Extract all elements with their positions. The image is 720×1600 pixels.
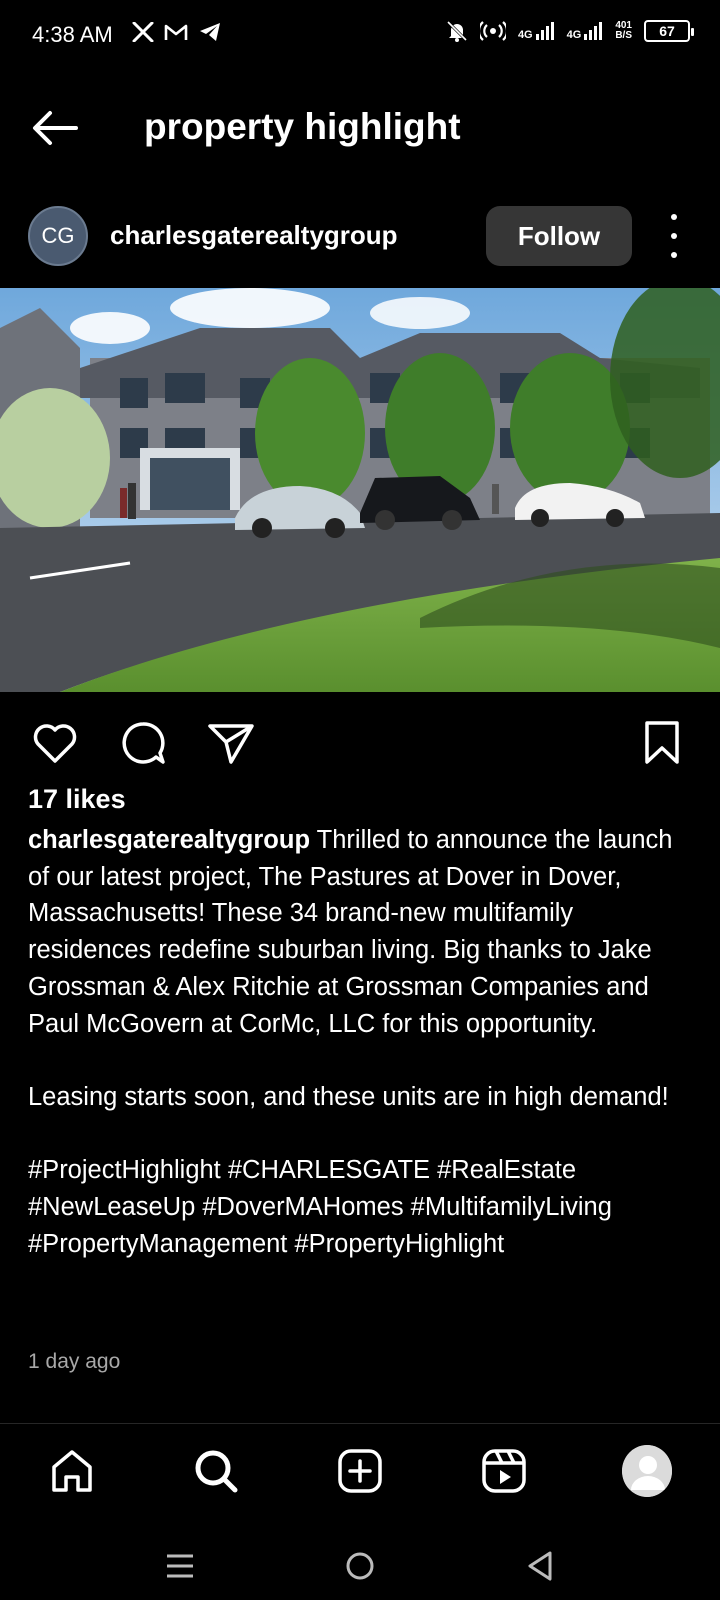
network-speed: 401 B/S bbox=[615, 20, 632, 41]
notification-icons bbox=[132, 22, 222, 42]
author-username[interactable]: charlesgaterealtygroup bbox=[110, 220, 398, 251]
system-status-icons: 4G 4G 401 B/S 67 bbox=[446, 20, 694, 42]
nav-search[interactable] bbox=[191, 1446, 241, 1496]
triangle-back-icon bbox=[528, 1551, 552, 1581]
nav-reels[interactable] bbox=[479, 1446, 529, 1496]
search-icon bbox=[195, 1450, 238, 1493]
back-system-button[interactable] bbox=[520, 1550, 560, 1582]
more-dot bbox=[671, 233, 677, 239]
telegram-icon bbox=[200, 23, 220, 41]
author-avatar[interactable]: CG bbox=[28, 206, 88, 266]
comment-button[interactable] bbox=[118, 718, 168, 768]
x-icon bbox=[132, 22, 154, 42]
network-type-1: 4G bbox=[517, 29, 533, 41]
back-button[interactable] bbox=[30, 108, 80, 148]
caption-hashtags[interactable]: #ProjectHighlight #CHARLESGATE #RealEsta… bbox=[28, 1152, 698, 1262]
arrow-left-icon bbox=[33, 111, 78, 145]
nav-create[interactable] bbox=[335, 1446, 385, 1496]
like-button[interactable] bbox=[30, 718, 80, 768]
post-timestamp: 1 day ago bbox=[28, 1350, 121, 1373]
nav-profile[interactable] bbox=[622, 1445, 672, 1497]
bookmark-icon bbox=[645, 721, 679, 764]
profile-avatar bbox=[622, 1445, 672, 1497]
home-system-button[interactable] bbox=[340, 1550, 380, 1582]
bell-off-icon bbox=[446, 20, 467, 42]
status-bar: 4:38 AM 4G 4G 401 B/S 67 bbox=[0, 0, 720, 72]
post-caption: charlesgaterealtygroup Thrilled to annou… bbox=[28, 822, 698, 1262]
caption-paragraph-2: Leasing starts soon, and these units are… bbox=[28, 1082, 669, 1111]
nav-home[interactable] bbox=[47, 1446, 97, 1496]
save-button[interactable] bbox=[638, 718, 688, 768]
menu-icon bbox=[167, 1554, 193, 1578]
share-button[interactable] bbox=[206, 718, 256, 768]
follow-button[interactable]: Follow bbox=[486, 206, 632, 266]
post-header: CG charlesgaterealtygroup Follow bbox=[0, 200, 720, 272]
top-bar: property highlight bbox=[0, 90, 720, 170]
bottom-navigation bbox=[0, 1424, 720, 1516]
recents-button[interactable] bbox=[160, 1550, 200, 1582]
more-dot bbox=[671, 214, 677, 220]
gmail-icon bbox=[164, 24, 188, 40]
battery-indicator: 67 bbox=[644, 20, 694, 42]
page-title: property highlight bbox=[144, 106, 461, 147]
create-icon bbox=[338, 1449, 382, 1493]
building-rendering bbox=[0, 288, 720, 692]
comment-icon bbox=[122, 722, 165, 764]
send-icon bbox=[208, 724, 254, 764]
post-actions bbox=[0, 712, 720, 772]
network-type-2: 4G bbox=[566, 29, 582, 41]
post-image[interactable] bbox=[0, 288, 720, 692]
caption-username[interactable]: charlesgaterealtygroup bbox=[28, 826, 310, 854]
signal-icon bbox=[584, 22, 603, 40]
home-icon bbox=[52, 1450, 92, 1492]
hotspot-icon bbox=[479, 21, 506, 41]
like-count[interactable]: 17 likes bbox=[28, 784, 126, 815]
heart-icon bbox=[33, 724, 77, 763]
system-navigation bbox=[0, 1530, 720, 1600]
default-user-icon bbox=[622, 1445, 672, 1497]
signal-icon bbox=[535, 22, 554, 40]
more-options-button[interactable] bbox=[664, 214, 684, 258]
caption-text-1: Thrilled to announce the launch of our l… bbox=[28, 826, 673, 1038]
status-time: 4:38 AM bbox=[32, 22, 113, 47]
more-dot bbox=[671, 252, 677, 258]
circle-icon bbox=[346, 1552, 374, 1580]
caption-paragraph-1: charlesgaterealtygroup Thrilled to annou… bbox=[28, 822, 698, 1042]
reels-icon bbox=[482, 1449, 526, 1493]
